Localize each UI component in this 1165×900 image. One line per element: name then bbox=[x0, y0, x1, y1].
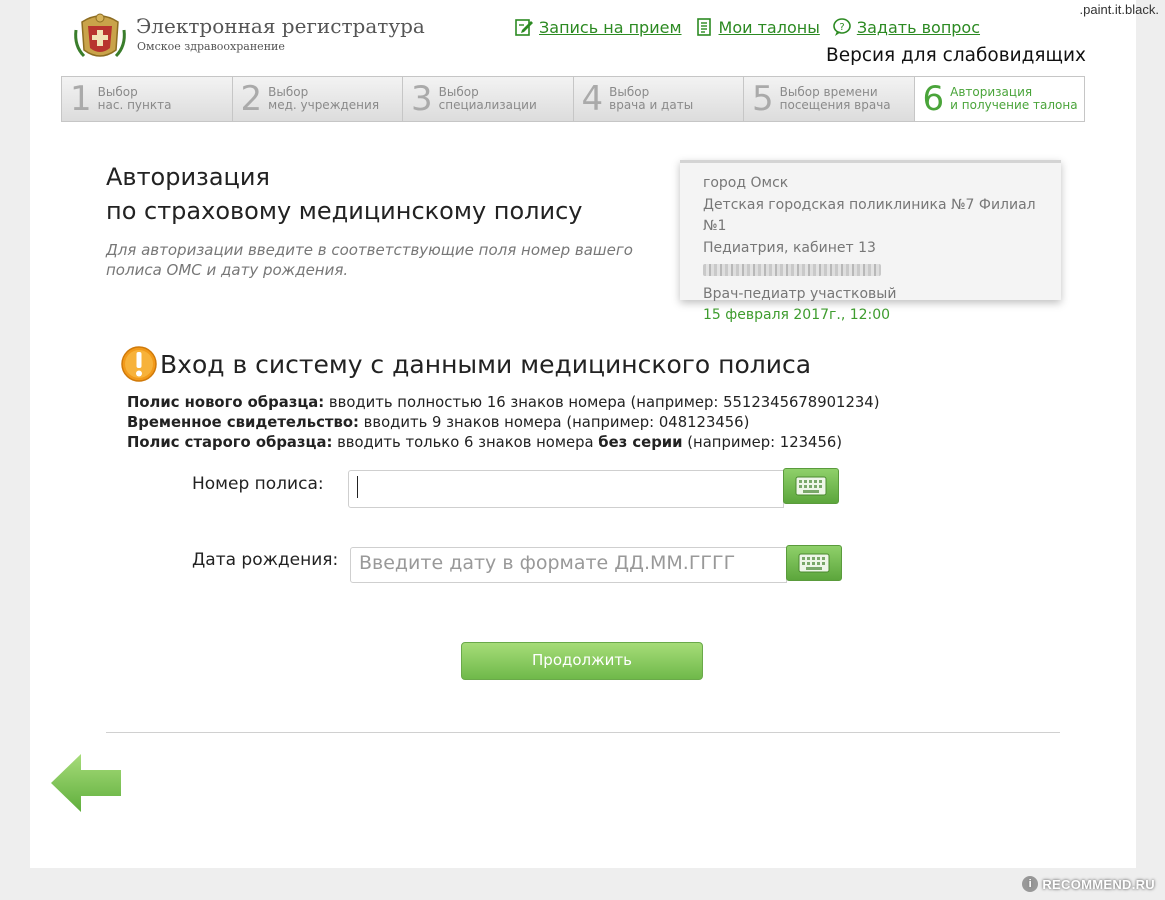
policy-rules: Полис нового образца: вводить полностью … bbox=[127, 393, 879, 453]
step-label: Выбор мед. учреждения bbox=[268, 85, 380, 112]
policy-keyboard-button[interactable] bbox=[783, 468, 839, 504]
step-1-locality[interactable]: 1 Выбор нас. пункта bbox=[61, 76, 232, 122]
step-4-doctor-date[interactable]: 4 Выбор врача и даты bbox=[572, 76, 743, 122]
keyboard-icon bbox=[798, 553, 830, 573]
policy-number-input[interactable] bbox=[348, 470, 784, 508]
document-icon bbox=[696, 18, 711, 36]
nav-link-appointment-label: Запись на прием bbox=[539, 17, 682, 37]
nav-link-my-tickets-label: Мои талоны bbox=[718, 17, 820, 37]
nav-link-appointment[interactable]: Запись на прием bbox=[514, 17, 682, 37]
step-5-visit-time[interactable]: 5 Выбор времени посещения врача bbox=[743, 76, 914, 122]
nav-link-my-tickets[interactable]: Мои талоны bbox=[694, 17, 820, 37]
ticket-clinic: Детская городская поликлиника №7 Филиал … bbox=[703, 196, 1036, 235]
birth-date-keyboard-button[interactable] bbox=[786, 545, 842, 581]
appointment-ticket-card: город Омск Детская городская поликлиника… bbox=[680, 160, 1061, 323]
watermark-top: .paint.it.black. bbox=[1079, 2, 1160, 17]
text-caret bbox=[357, 475, 358, 498]
omsk-coat-of-arms-logo bbox=[74, 13, 126, 58]
rule-old-policy: Полис старого образца: вводить только 6 … bbox=[127, 434, 843, 451]
edit-icon bbox=[515, 19, 533, 36]
watermark-badge-icon: i bbox=[1022, 876, 1039, 892]
step-number: 5 bbox=[752, 79, 774, 119]
step-3-specialization[interactable]: 3 Выбор специализации bbox=[402, 76, 573, 122]
rule-new-policy: Полис нового образца: вводить полностью … bbox=[127, 394, 880, 411]
ticket-doctor: Врач-педиатр участковый bbox=[703, 285, 897, 302]
step-2-institution[interactable]: 2 Выбор мед. учреждения bbox=[231, 76, 402, 122]
nav-link-ask-question-label: Задать вопрос bbox=[856, 17, 981, 37]
back-arrow-icon[interactable] bbox=[49, 752, 123, 814]
birth-date-label: Дата рождения: bbox=[192, 550, 339, 570]
low-vision-version-link[interactable]: Версия для слабовидящих bbox=[826, 45, 1086, 66]
step-label: Выбор специализации bbox=[438, 85, 537, 112]
step-label: Выбор времени посещения врача bbox=[779, 85, 891, 112]
step-number: 4 bbox=[581, 79, 604, 119]
brand-title: Электронная регистратура bbox=[136, 14, 425, 38]
ticket-datetime: 15 февраля 2017г., 12:00 bbox=[703, 307, 891, 323]
step-6-authorization[interactable]: 6 Авторизация и получение талона bbox=[913, 76, 1085, 122]
svg-text:?: ? bbox=[839, 22, 844, 33]
step-label: Выбор нас. пункта bbox=[97, 85, 172, 112]
wizard-steps: 1 Выбор нас. пункта 2 Выбор мед. учреждени… bbox=[61, 76, 1085, 124]
rule-temporary-certificate: Временное свидетельство: вводить 9 знако… bbox=[127, 414, 750, 431]
continue-button[interactable]: Продолжить bbox=[461, 642, 703, 680]
ticket-city: город Омск bbox=[703, 175, 789, 191]
birth-date-placeholder: Введите дату в формате ДД.ММ.ГГГГ bbox=[359, 552, 736, 574]
step-number: 1 bbox=[70, 79, 92, 119]
ticket-department: Педиатрия, кабинет 13 bbox=[703, 239, 876, 256]
warning-icon bbox=[121, 346, 157, 382]
ticket-redacted-doctor-name bbox=[703, 259, 1061, 284]
policy-number-label: Номер полиса: bbox=[192, 474, 324, 494]
brand-subtitle: Омское здравоохранение bbox=[137, 40, 285, 53]
login-title: Вход в систему с данными медицинского по… bbox=[160, 350, 812, 379]
birth-date-input[interactable]: Введите дату в формате ДД.ММ.ГГГГ bbox=[350, 547, 787, 583]
keyboard-icon bbox=[795, 476, 827, 496]
step-label: Выбор врача и даты bbox=[609, 85, 694, 112]
step-number: 3 bbox=[411, 79, 433, 119]
top-navigation: Запись на прием Мои талоны ? Задать вопр… bbox=[514, 17, 980, 37]
auth-title: Авторизация по страховому медицинскому по… bbox=[106, 163, 583, 225]
watermark-bottom: i RECOMMEND.RU bbox=[1022, 876, 1155, 892]
question-bubble-icon: ? bbox=[833, 18, 851, 36]
nav-link-ask-question[interactable]: ? Задать вопрос bbox=[832, 17, 980, 37]
auth-hint: Для авторизации введите в соответствующи… bbox=[106, 241, 633, 279]
step-number: 2 bbox=[240, 79, 263, 119]
section-divider bbox=[106, 732, 1060, 733]
step-number: 6 bbox=[922, 79, 945, 119]
step-label: Авторизация и получение талона bbox=[950, 85, 1078, 112]
